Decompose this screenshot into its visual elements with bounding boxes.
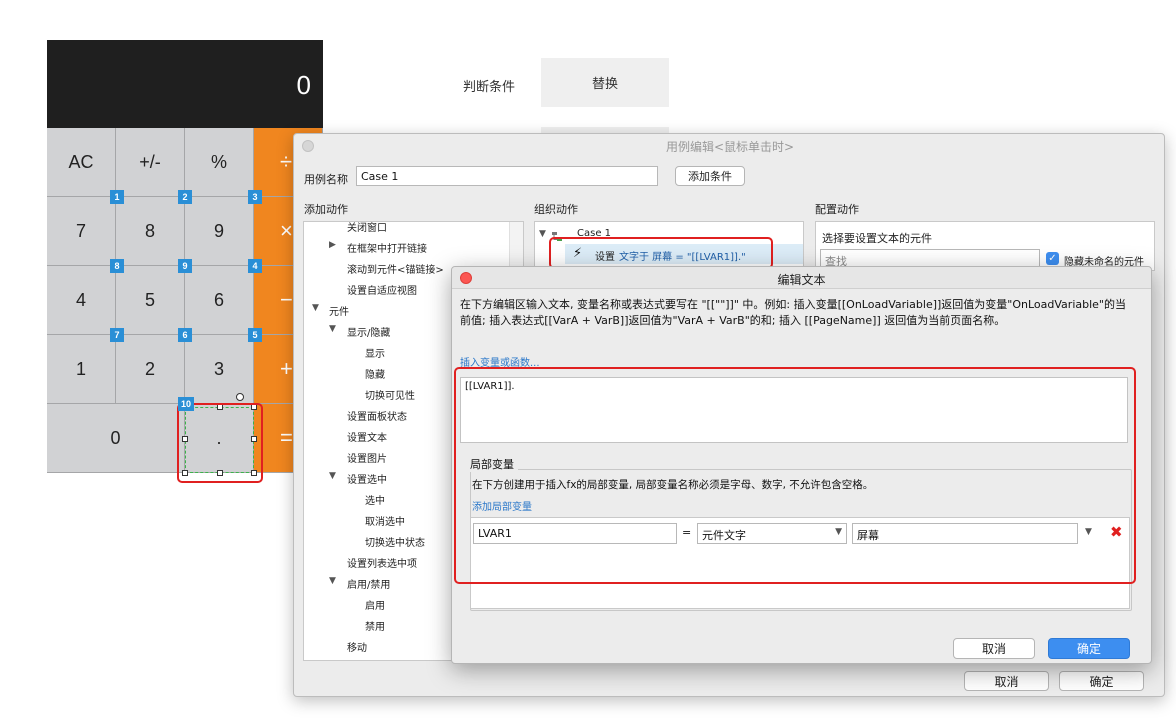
rotate-handle[interactable] — [236, 393, 244, 401]
key-1[interactable]: 1 — [47, 335, 116, 404]
tree-group[interactable]: 显示/隐藏 — [347, 324, 390, 339]
tree-group[interactable]: 启用/禁用 — [347, 576, 390, 591]
key-2[interactable]: 2 — [116, 335, 185, 404]
tree-item[interactable]: 关闭窗口 — [347, 222, 387, 234]
order-badge: 6 — [178, 328, 192, 342]
tree-item[interactable]: 显示 — [365, 345, 385, 360]
key-4[interactable]: 4 — [47, 266, 116, 335]
collapse-triangle-icon[interactable]: ▼ — [329, 576, 336, 586]
collapse-triangle-icon[interactable]: ▼ — [312, 303, 319, 313]
order-badge: 5 — [248, 328, 262, 342]
key-plus-minus[interactable]: +/- — [116, 128, 185, 197]
expand-triangle-icon[interactable]: ▶ — [329, 240, 336, 250]
case-name-label: 用例名称 — [304, 173, 348, 186]
tree-item[interactable]: 切换可见性 — [365, 387, 415, 402]
replace-button[interactable]: 替换 — [541, 58, 669, 107]
order-badge: 9 — [178, 259, 192, 273]
key-7[interactable]: 7 — [47, 197, 116, 266]
highlight-action-row — [549, 237, 773, 269]
case-ok-button[interactable]: 确定 — [1059, 671, 1144, 691]
tree-item[interactable]: 设置图片 — [347, 450, 387, 465]
edit-dialog-description: 在下方编辑区输入文本, 变量名称或表达式要写在 "[[""]]" 中。例如: 插… — [460, 298, 1126, 327]
tree-item[interactable]: 切换选中状态 — [365, 534, 425, 549]
tree-item[interactable]: 禁用 — [365, 618, 385, 633]
tree-item[interactable]: 滚动到元件<锚链接> — [347, 261, 444, 276]
key-percent[interactable]: % — [185, 128, 254, 197]
key-6[interactable]: 6 — [185, 266, 254, 335]
tree-group[interactable]: 设置选中 — [347, 471, 387, 486]
organize-action-header: 组织动作 — [534, 203, 578, 216]
tree-item[interactable]: 设置列表选中项 — [347, 555, 417, 570]
tree-group[interactable]: 元件 — [329, 303, 349, 318]
order-badge: 7 — [110, 328, 124, 342]
configure-subheader: 选择要设置文本的元件 — [822, 232, 932, 245]
add-action-header: 添加动作 — [304, 203, 348, 216]
tree-item[interactable]: 设置文本 — [347, 429, 387, 444]
order-badge: 10 — [178, 397, 194, 411]
case-dialog-title: 用例编辑<鼠标单击时> — [665, 140, 795, 154]
add-condition-button[interactable]: 添加条件 — [675, 166, 745, 186]
highlight-decimal-key — [177, 403, 263, 483]
configure-action-header: 配置动作 — [815, 203, 859, 216]
condition-label: 判断条件 — [463, 80, 516, 95]
tree-item[interactable]: 取消选中 — [365, 513, 405, 528]
edit-ok-button[interactable]: 确定 — [1048, 638, 1130, 659]
tree-item[interactable]: 隐藏 — [365, 366, 385, 381]
collapse-triangle-icon[interactable]: ▼ — [329, 324, 336, 334]
hide-unnamed-checkbox[interactable]: ✓ — [1046, 252, 1059, 265]
tree-item[interactable]: 选中 — [365, 492, 385, 507]
highlight-edit-area — [454, 367, 1136, 584]
key-8[interactable]: 8 — [116, 197, 185, 266]
order-badge: 4 — [248, 259, 262, 273]
order-badge: 1 — [110, 190, 124, 204]
edit-cancel-button[interactable]: 取消 — [953, 638, 1035, 659]
case-cancel-button[interactable]: 取消 — [964, 671, 1049, 691]
tree-item[interactable]: 移动 — [347, 639, 367, 654]
order-badge: 2 — [178, 190, 192, 204]
tree-item[interactable]: 启用 — [365, 597, 385, 612]
order-badge: 3 — [248, 190, 262, 204]
tree-item[interactable]: 设置面板状态 — [347, 408, 407, 423]
key-ac[interactable]: AC — [47, 128, 116, 197]
calculator-display: 0 — [47, 40, 323, 128]
key-5[interactable]: 5 — [116, 266, 185, 335]
key-9[interactable]: 9 — [185, 197, 254, 266]
case-name-input[interactable]: Case 1 — [356, 166, 658, 186]
collapse-triangle-icon[interactable]: ▼ — [539, 229, 546, 239]
configure-action-panel: 选择要设置文本的元件 查找 ✓ 隐藏未命名的元件 — [815, 221, 1155, 271]
tree-item[interactable]: 设置自适应视图 — [347, 282, 417, 297]
collapse-triangle-icon[interactable]: ▼ — [329, 471, 336, 481]
edit-dialog-title: 编辑文本 — [777, 273, 826, 287]
order-badge: 8 — [110, 259, 124, 273]
key-0[interactable]: 0 — [47, 404, 185, 473]
tree-item[interactable]: 在框架中打开链接 — [347, 240, 427, 255]
key-3[interactable]: 3 — [185, 335, 254, 404]
